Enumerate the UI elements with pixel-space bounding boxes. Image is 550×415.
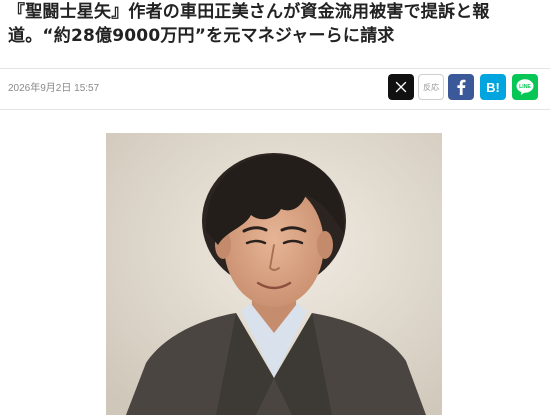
- reaction-label: 反応: [423, 82, 439, 92]
- line-icon: LINE: [516, 79, 534, 95]
- article: 『聖闘士星矢』作者の車田正美さんが資金流用被害で提訴と報道。“約28億9000万…: [0, 0, 550, 415]
- share-facebook-button[interactable]: [448, 74, 474, 100]
- facebook-icon: [457, 79, 466, 95]
- publish-date: 2026年9月2日 15:57: [8, 83, 100, 94]
- article-meta-row: 2026年9月2日 15:57 反応 B! LINE: [0, 68, 550, 110]
- hatena-label: B!: [486, 79, 500, 95]
- article-headline: 『聖闘士星矢』作者の車田正美さんが資金流用被害で提訴と報道。“約28億9000万…: [8, 2, 490, 46]
- portrait-photo: [106, 133, 442, 415]
- x-logo-icon: [395, 81, 407, 93]
- share-x-button[interactable]: [388, 74, 414, 100]
- article-photo: [106, 133, 442, 415]
- svg-text:LINE: LINE: [519, 84, 531, 90]
- share-hatena-button[interactable]: B!: [480, 74, 506, 100]
- share-line-button[interactable]: LINE: [512, 74, 538, 100]
- reaction-button[interactable]: 反応: [418, 74, 444, 100]
